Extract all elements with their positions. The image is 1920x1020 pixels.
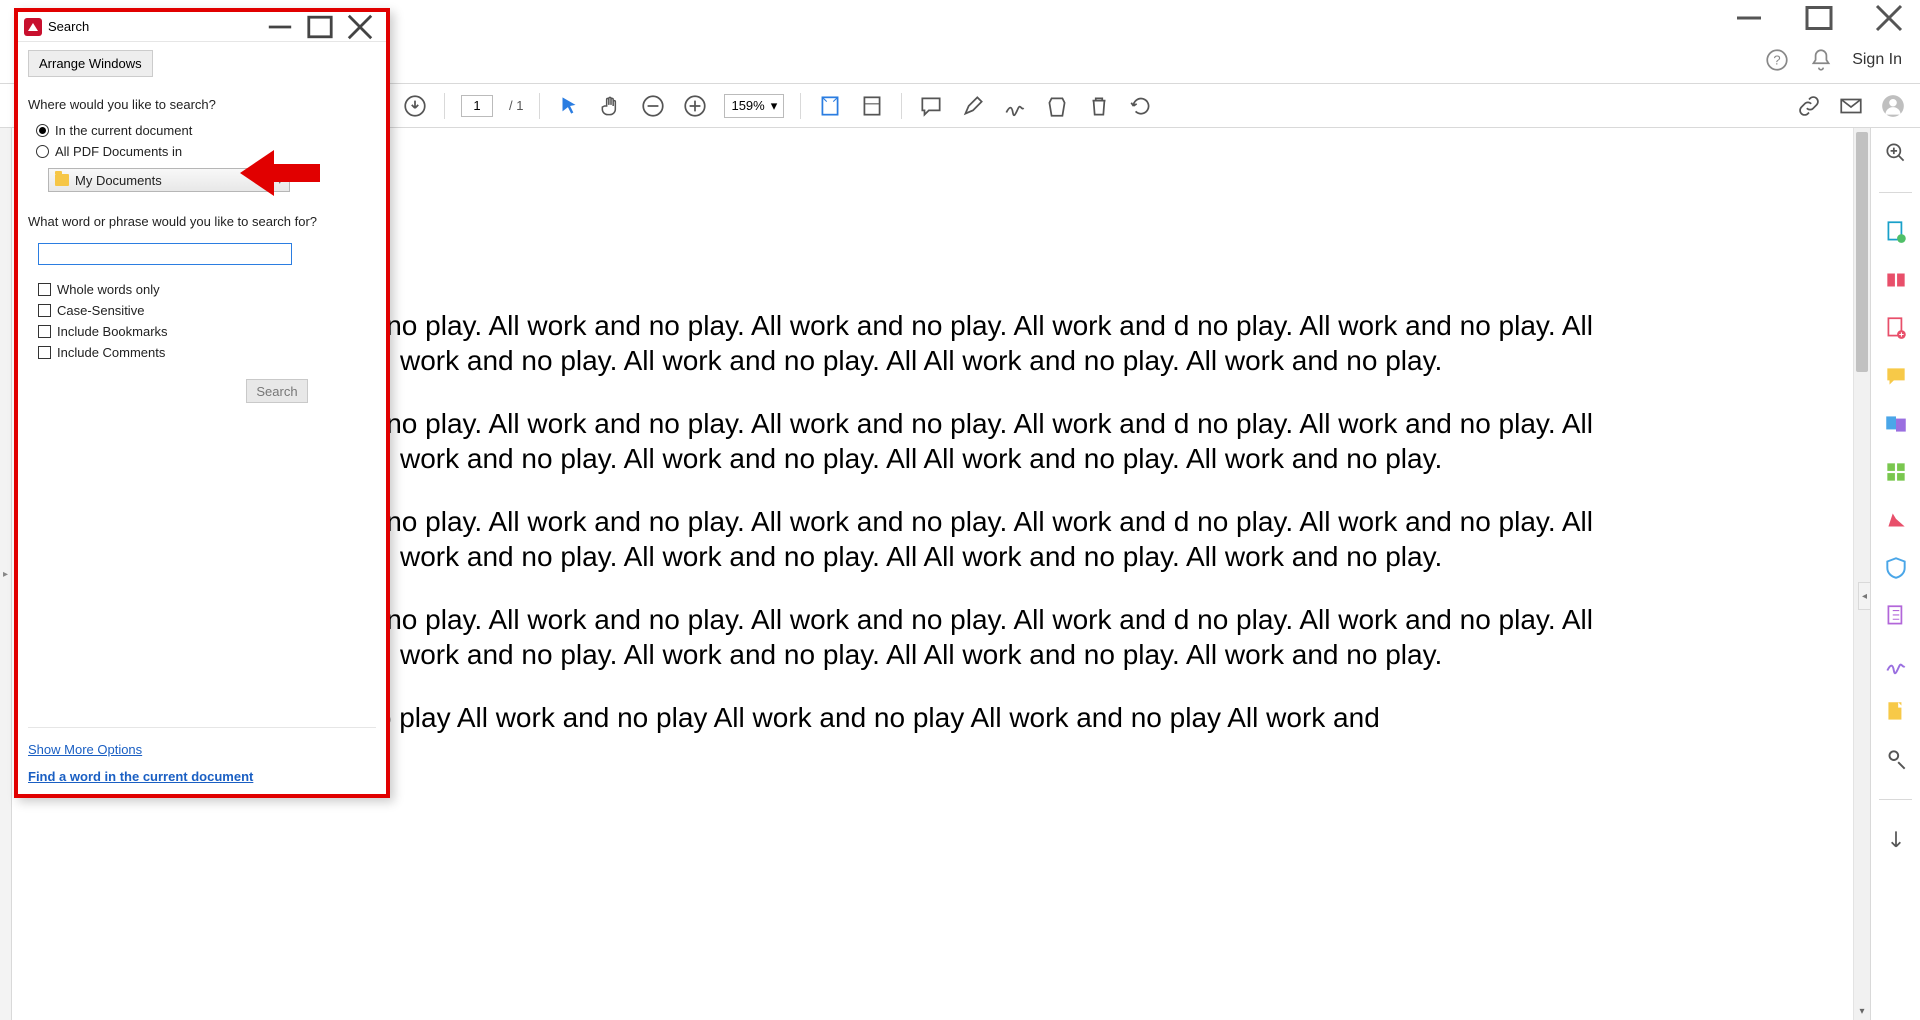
hand-tool-icon[interactable] (598, 93, 624, 119)
radio-current-document[interactable]: In the current document (36, 123, 376, 138)
search-body: Arrange Windows Where would you like to … (18, 42, 386, 794)
search-window-title: Search (48, 19, 89, 34)
paragraph: All work and no play All work and no pla… (400, 700, 1620, 735)
checkbox-label: Include Bookmarks (57, 324, 168, 339)
radio-label: In the current document (55, 123, 192, 138)
delete-icon[interactable] (1086, 93, 1112, 119)
zoom-level-select[interactable]: 159% ▾ (724, 94, 784, 118)
search-term-input[interactable] (38, 243, 292, 265)
protect-icon[interactable] (1883, 555, 1909, 581)
radio-all-pdf[interactable]: All PDF Documents in (36, 144, 376, 159)
help-icon[interactable]: ? (1764, 47, 1790, 73)
sign-icon[interactable] (1002, 93, 1028, 119)
convert-icon[interactable] (1883, 699, 1909, 725)
paragraph: y. All work and no play. All work and no… (400, 406, 1620, 476)
fit-page-icon[interactable] (859, 93, 885, 119)
main-minimize-button[interactable] (1726, 3, 1772, 33)
search-close-button[interactable] (340, 13, 380, 41)
page-number-input[interactable] (461, 95, 493, 117)
acrobat-app-icon (24, 18, 42, 36)
redact-icon[interactable] (1883, 507, 1909, 533)
checkbox-include-comments[interactable]: Include Comments (38, 345, 376, 360)
search-minimize-button[interactable] (260, 13, 300, 41)
paragraph: y. All work and no play. All work and no… (400, 602, 1620, 672)
comment-icon[interactable] (1883, 363, 1909, 389)
chevron-down-icon: ▾ (276, 172, 283, 188)
find-word-link[interactable]: Find a word in the current document (28, 769, 376, 784)
document-content: y. All work and no play. All work and no… (400, 308, 1620, 763)
combine-icon[interactable] (1883, 411, 1909, 437)
right-panel-collapse[interactable]: ◂ (1858, 582, 1870, 610)
save-icon[interactable] (402, 93, 428, 119)
folder-location-select[interactable]: My Documents ▾ (48, 168, 290, 192)
email-icon[interactable] (1838, 93, 1864, 119)
notifications-icon[interactable] (1808, 47, 1834, 73)
search-maximize-button[interactable] (300, 13, 340, 41)
search-window: Search Arrange Windows Where would you l… (14, 8, 390, 798)
vertical-scrollbar[interactable]: ▴ ▾ (1853, 128, 1870, 1020)
folder-icon (55, 174, 69, 186)
paragraph: y. All work and no play. All work and no… (400, 308, 1620, 378)
sign-in-link[interactable]: Sign In (1852, 51, 1902, 69)
folder-select-value: My Documents (75, 173, 162, 188)
checkbox-icon (38, 304, 51, 317)
search-titlebar[interactable]: Search (18, 12, 386, 42)
show-more-options-link[interactable]: Show More Options (28, 742, 376, 757)
edit-pdf-icon[interactable] (1883, 315, 1909, 341)
rotate-icon[interactable] (1128, 93, 1154, 119)
chevron-down-icon: ▾ (771, 98, 778, 114)
checkbox-label: Include Comments (57, 345, 165, 360)
checkbox-label: Whole words only (57, 282, 160, 297)
main-maximize-button[interactable] (1796, 3, 1842, 33)
checkbox-icon (38, 325, 51, 338)
stamp-icon[interactable] (1044, 93, 1070, 119)
radio-label: All PDF Documents in (55, 144, 182, 159)
organize-icon[interactable] (1883, 459, 1909, 485)
zoom-in-icon[interactable] (1883, 140, 1909, 166)
checkbox-whole-words[interactable]: Whole words only (38, 282, 376, 297)
where-search-label: Where would you like to search? (28, 97, 376, 112)
left-panel-toggle[interactable]: ▸ (0, 128, 12, 1020)
zoom-out-icon[interactable] (640, 93, 666, 119)
zoom-in-icon[interactable] (682, 93, 708, 119)
checkbox-case-sensitive[interactable]: Case-Sensitive (38, 303, 376, 318)
zoom-value: 159% (731, 98, 764, 113)
svg-text:?: ? (1774, 52, 1781, 67)
search-button[interactable]: Search (246, 379, 308, 403)
right-tools-rail (1870, 128, 1920, 1020)
main-close-button[interactable] (1866, 3, 1912, 33)
share-link-icon[interactable] (1796, 93, 1822, 119)
add-comment-icon[interactable] (918, 93, 944, 119)
create-pdf-icon[interactable] (1883, 267, 1909, 293)
selection-tool-icon[interactable] (556, 93, 582, 119)
fill-sign-icon[interactable] (1883, 651, 1909, 677)
page-total-label: / 1 (509, 98, 523, 113)
checkbox-include-bookmarks[interactable]: Include Bookmarks (38, 324, 376, 339)
what-search-label: What word or phrase would you like to se… (28, 214, 376, 229)
radio-icon (36, 124, 49, 137)
paragraph: y. All work and no play. All work and no… (400, 504, 1620, 574)
scroll-down-icon[interactable]: ▾ (1854, 1003, 1870, 1020)
scrollbar-thumb[interactable] (1856, 132, 1868, 372)
fit-width-icon[interactable] (817, 93, 843, 119)
export-pdf-icon[interactable] (1883, 219, 1909, 245)
highlight-icon[interactable] (960, 93, 986, 119)
arrange-windows-button[interactable]: Arrange Windows (28, 50, 153, 77)
expand-rail-icon[interactable] (1883, 826, 1909, 852)
compress-icon[interactable] (1883, 603, 1909, 629)
account-icon[interactable] (1880, 93, 1906, 119)
radio-icon (36, 145, 49, 158)
checkbox-label: Case-Sensitive (57, 303, 144, 318)
checkbox-icon (38, 346, 51, 359)
more-tools-icon[interactable] (1883, 747, 1909, 773)
checkbox-icon (38, 283, 51, 296)
